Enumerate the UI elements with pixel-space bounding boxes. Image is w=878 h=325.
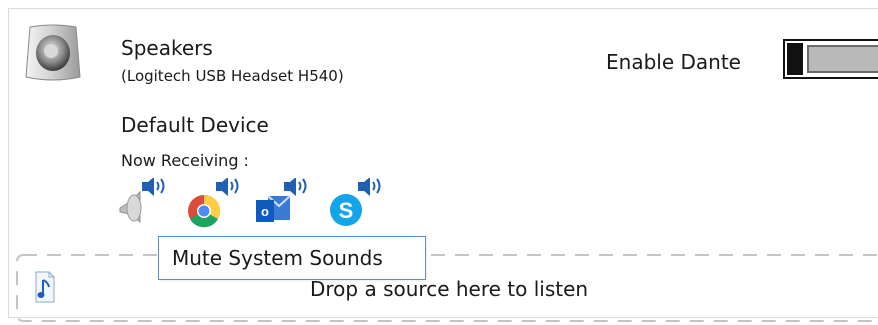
speaker-device-icon — [25, 24, 81, 81]
svg-text:S: S — [339, 198, 354, 223]
sound-waves-icon — [142, 177, 165, 196]
svg-text:o: o — [261, 204, 269, 219]
sound-waves-icon — [358, 177, 381, 196]
receiving-sources: o S — [114, 177, 414, 228]
skype-icon: S — [330, 177, 381, 226]
sound-waves-icon — [216, 177, 239, 196]
source-system-sounds[interactable] — [114, 177, 178, 228]
music-note-icon — [35, 271, 55, 303]
now-receiving-label: Now Receiving : — [121, 151, 249, 170]
enable-dante-label: Enable Dante — [606, 50, 741, 74]
chrome-icon — [188, 177, 239, 228]
enable-dante-toggle[interactable] — [783, 39, 878, 79]
outlook-icon: o — [256, 177, 307, 222]
source-outlook[interactable]: o — [254, 177, 318, 228]
source-skype[interactable]: S — [326, 177, 390, 228]
toggle-track — [807, 45, 878, 73]
device-name: Speakers — [121, 36, 213, 60]
source-chrome[interactable] — [184, 177, 248, 228]
toggle-knob[interactable] — [787, 43, 803, 75]
system-sounds-icon — [119, 177, 165, 224]
mute-tooltip: Mute System Sounds — [158, 236, 426, 280]
device-subtitle: (Logitech USB Headset H540) — [121, 67, 344, 85]
default-device-label: Default Device — [121, 113, 269, 137]
sound-waves-icon — [284, 177, 307, 196]
